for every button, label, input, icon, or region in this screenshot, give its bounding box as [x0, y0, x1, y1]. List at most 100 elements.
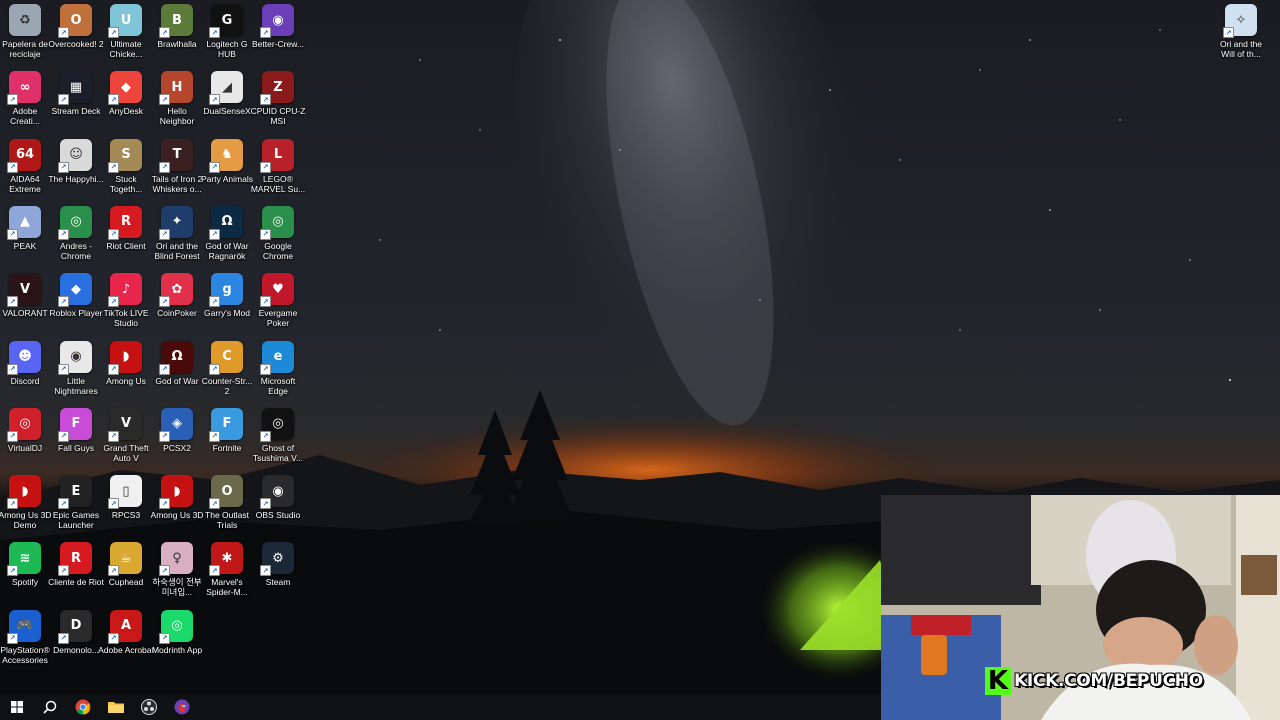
desktop-icon-label: Demonolo...	[53, 644, 99, 655]
brawlhalla-icon: B ↗	[159, 4, 193, 38]
demonologist-icon: D ↗	[58, 609, 92, 644]
desktop-icon-label: Overcooked! 2	[48, 39, 104, 49]
desktop-icon[interactable]: T ↗ Tails of Iron 2 Whiskers o...	[152, 135, 202, 201]
desktop-icon[interactable]: ◎ ↗ Andres - Chrome	[51, 202, 101, 268]
desktop-icon[interactable]: O ↗ The Outlast Trials	[202, 471, 252, 537]
desktop-icon-label: Cliente de Riot	[48, 577, 104, 588]
desktop-icon[interactable]: ◗ ↗ Among Us 3D Demo	[0, 471, 51, 537]
obs-studio-icon: ◉ ↗	[260, 475, 294, 510]
desktop-icon-label: God of War Ragnarök	[205, 240, 249, 261]
desktop-icon[interactable]: C ↗ Counter-Str... 2	[202, 337, 252, 403]
desktop-icon[interactable]: F ↗ Fall Guys	[51, 404, 101, 470]
desktop-icon[interactable]: ☺ ↗ The Happyhi...	[48, 135, 104, 201]
desktop-icon[interactable]: ♥ ↗ Evergame Poker	[253, 269, 303, 335]
better-crewlink-taskbar-button[interactable]	[165, 694, 198, 720]
shortcut-arrow-icon: ↗	[209, 296, 220, 308]
desktop-icon[interactable]: 🎮 ↗ PlayStation® Accessories	[0, 606, 50, 672]
desktop-icon[interactable]: A ↗ Adobe Acrobat	[98, 606, 154, 672]
desktop-icon[interactable]: ◈ ↗ PCSX2	[152, 404, 202, 470]
kick-channel-url: KICK.COM/BEPUCHO	[1014, 671, 1203, 691]
desktop-icon[interactable]: ◆ ↗ Roblox Player	[50, 269, 102, 335]
desktop-icon[interactable]: B ↗ Brawlhalla	[152, 0, 202, 66]
desktop-icon-label: Brawlhalla	[157, 39, 197, 49]
desktop-icon[interactable]: E ↗ Epic Games Launcher	[51, 471, 101, 537]
desktop-icon[interactable]: ♞ ↗ Party Animals	[201, 135, 253, 201]
desktop-icon[interactable]: ♪ ↗ TikTok LIVE Studio	[101, 269, 151, 335]
desktop-icon[interactable]: ▯ ↗ RPCS3	[101, 471, 151, 537]
desktop-icon[interactable]: ◉ ↗ Better-Crew...	[252, 0, 304, 66]
desktop-icon[interactable]: H ↗ Hello Neighbor	[152, 67, 202, 133]
desktop-icon[interactable]: ♻ Papelera de reciclaje	[0, 0, 50, 66]
desktop-icon[interactable]: ◎ ↗ Ghost of Tsushima V...	[253, 404, 303, 470]
desktop-icon-label: 하숙생이 전부 미녀입...	[152, 577, 202, 598]
desktop-icon[interactable]: ✱ ↗ Marvel's Spider-M...	[202, 538, 252, 604]
desktop-icon[interactable]: ▲ ↗ PEAK	[0, 202, 50, 268]
desktop-icon[interactable]: ♀ ↗ 하숙생이 전부 미녀입...	[152, 538, 202, 604]
start-button[interactable]	[0, 694, 33, 720]
shortcut-arrow-icon: ↗	[159, 363, 170, 375]
cuphead-icon: ☕ ↗	[108, 542, 142, 577]
desktop-icon[interactable]: ▦ ↗ Stream Deck	[51, 67, 101, 133]
desktop-icon[interactable]: Ω ↗ God of War Ragnarök	[202, 202, 252, 268]
shortcut-arrow-icon: ↗	[7, 565, 18, 577]
better-crewlink-icon: ◉ ↗	[260, 4, 294, 38]
desktop-icon[interactable]: ✿ ↗ CoinPoker	[152, 269, 202, 335]
desktop-icon[interactable]: U ↗ Ultimate Chicke...	[101, 0, 151, 66]
desktop-icon-label: Logitech G HUB	[206, 39, 248, 59]
shortcut-arrow-icon: ↗	[260, 296, 271, 308]
steam-icon: ⚙ ↗	[260, 542, 294, 577]
desktop-icon[interactable]: ✦ ↗ Ori and the Blind Forest	[152, 202, 202, 268]
desktop-icon[interactable]: ∞ ↗ Adobe Creati...	[0, 67, 50, 133]
desktop-icon[interactable]: ◎ ↗ Modrinth App	[152, 606, 202, 672]
shortcut-arrow-icon: ↗	[58, 430, 69, 442]
desktop-icon[interactable]: ◎ ↗ Google Chrome	[253, 202, 303, 268]
obs-taskbar-button[interactable]	[132, 694, 165, 720]
desktop-icon[interactable]: ☕ ↗ Cuphead	[101, 538, 151, 604]
desktop-icon-label: Cuphead	[108, 577, 144, 588]
desktop-icon[interactable]: F ↗ Fortnite	[202, 404, 252, 470]
desktop-icon-label: Papelera de reciclaje	[2, 39, 48, 59]
desktop-icon-label: Fortnite	[212, 442, 242, 453]
desktop-icon-label: Ultimate Chicke...	[109, 39, 143, 59]
desktop-icon-label: Little Nightmares	[54, 375, 98, 396]
file-explorer-taskbar-button[interactable]	[99, 694, 132, 720]
little-nightmares-icon: ◉ ↗	[58, 340, 92, 375]
desktop-icon[interactable]: ✧ ↗ Ori and the Will of th...	[1216, 0, 1266, 66]
desktop-icon[interactable]: G ↗ Logitech G HUB	[202, 0, 252, 66]
desktop-icon[interactable]: ◗ ↗ Among Us 3D	[151, 471, 203, 537]
desktop-icon[interactable]: ≋ ↗ Spotify	[0, 538, 50, 604]
desktop-icon[interactable]: ◉ ↗ Little Nightmares	[51, 337, 101, 403]
desktop-icon[interactable]: ◎ ↗ VirtualDJ	[0, 404, 50, 470]
desktop-icon[interactable]: R ↗ Cliente de Riot	[48, 538, 104, 604]
party-animals-icon: ♞ ↗	[209, 138, 243, 173]
desktop-icon[interactable]: ◗ ↗ Among Us	[101, 337, 151, 403]
desktop-icon[interactable]: R ↗ Riot Client	[101, 202, 151, 268]
search-button[interactable]	[33, 694, 66, 720]
desktop-icon[interactable]: ◆ ↗ AnyDesk	[101, 67, 151, 133]
roblox-icon: ◆ ↗	[58, 273, 92, 308]
shortcut-arrow-icon: ↗	[159, 161, 170, 173]
desktop-icon-label: Riot Client	[106, 240, 146, 251]
desktop-icon[interactable]: g ↗ Garry's Mod	[202, 269, 252, 335]
desktop-icon[interactable]: L ↗ LEGO® MARVEL Su...	[251, 135, 305, 201]
desktop-icon[interactable]: ◢ ↗ DualSenseX	[202, 67, 252, 133]
desktop-icon-label: The Outlast Trials	[205, 510, 249, 531]
aida64-icon: 64 ↗	[7, 138, 41, 173]
desktop-icon-label: The Happyhi...	[48, 173, 104, 184]
desktop-icon[interactable]: O ↗ Overcooked! 2	[48, 0, 104, 66]
desktop-icon-label: Microsoft Edge	[260, 375, 296, 396]
desktop-icon[interactable]: S ↗ Stuck Togeth...	[101, 135, 151, 201]
desktop-icon[interactable]: D ↗ Demonolo...	[51, 606, 101, 672]
desktop-icon[interactable]: ◉ ↗ OBS Studio	[253, 471, 303, 537]
desktop-icon[interactable]: e ↗ Microsoft Edge	[253, 337, 303, 403]
desktop-icon[interactable]: 64 ↗ AIDA64 Extreme	[0, 135, 50, 201]
desktop-icon[interactable]: Ω ↗ God of War	[152, 337, 202, 403]
desktop-icon-label: Garry's Mod	[203, 308, 251, 319]
google-chrome-icon	[75, 699, 90, 715]
desktop-icon[interactable]: Z ↗ CPUID CPU-Z MSI	[251, 67, 305, 133]
desktop-icon[interactable]: ☻ ↗ Discord	[0, 337, 50, 403]
desktop-icon[interactable]: V ↗ VALORANT	[0, 269, 50, 335]
desktop-icon[interactable]: V ↗ Grand Theft Auto V	[101, 404, 151, 470]
chrome-taskbar-button[interactable]	[66, 694, 99, 720]
desktop-icon[interactable]: ⚙ ↗ Steam	[253, 538, 303, 604]
